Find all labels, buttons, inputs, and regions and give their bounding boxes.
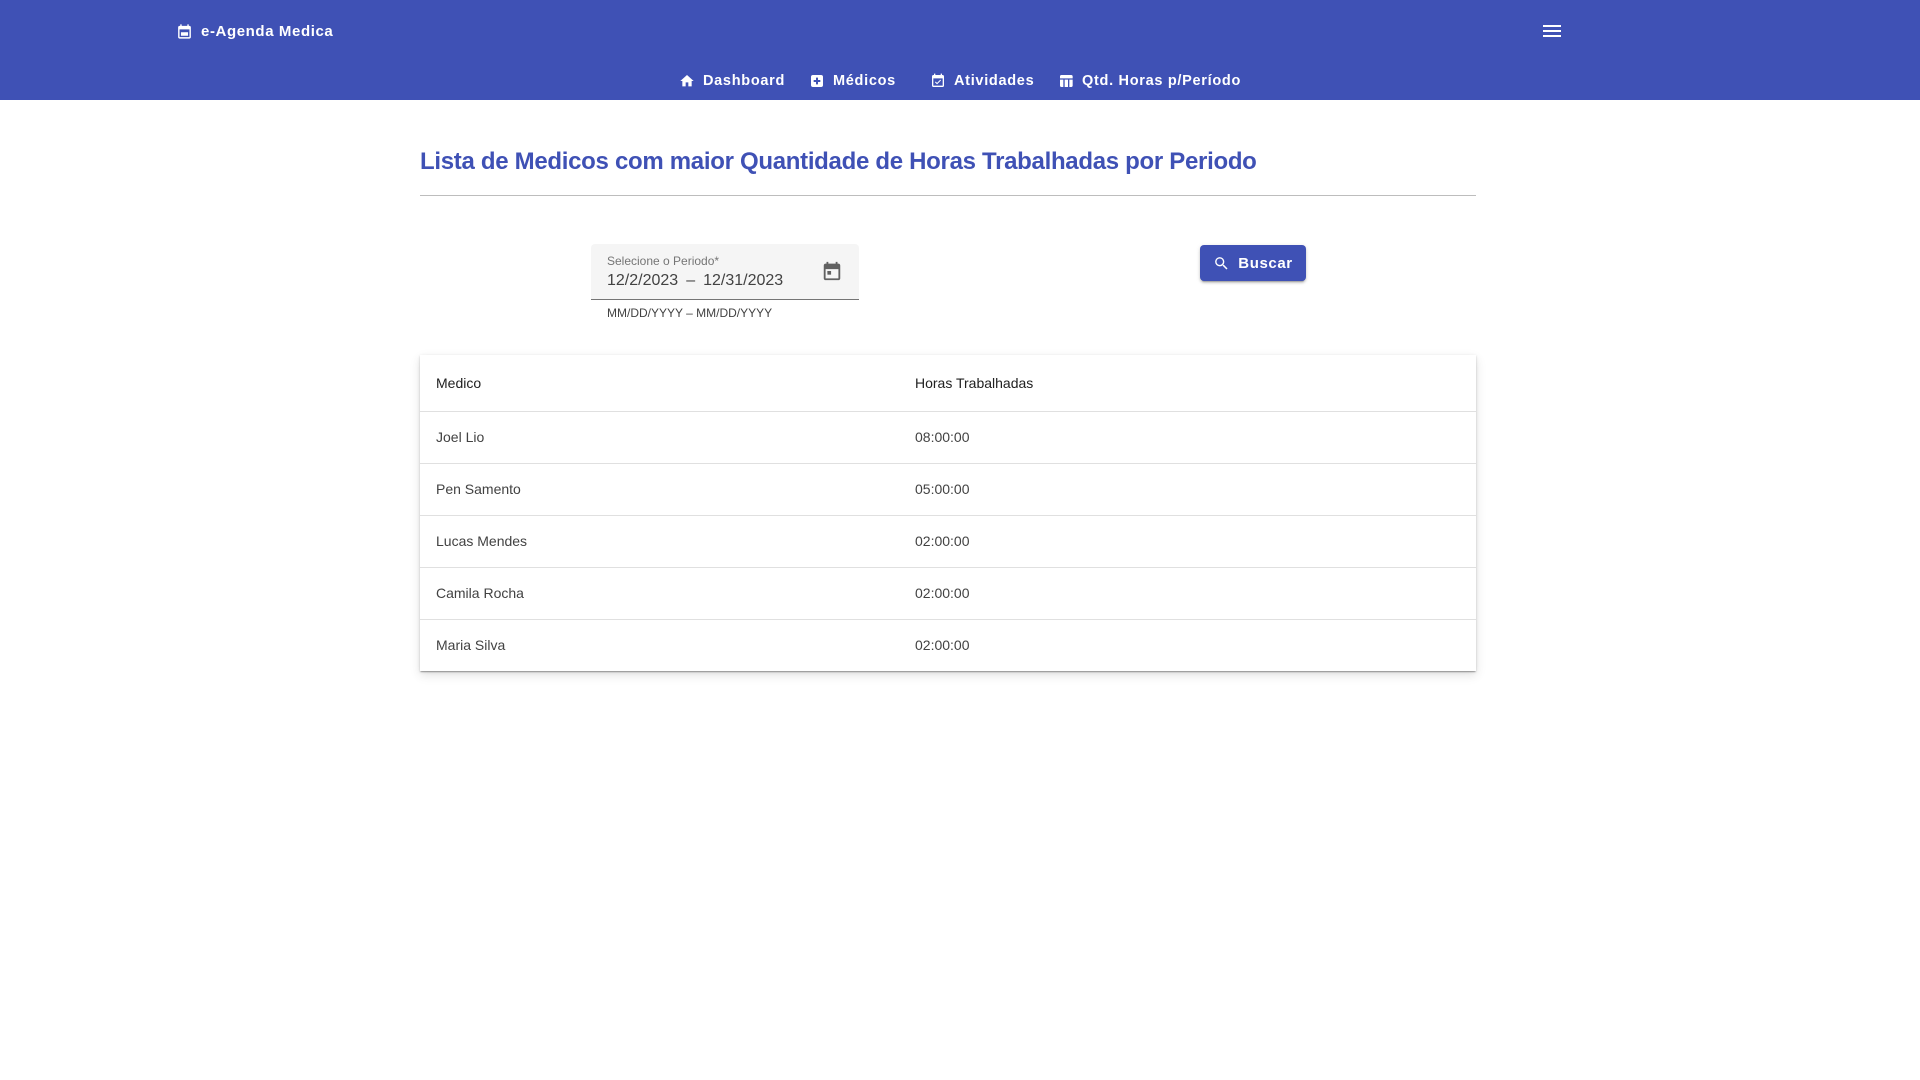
nav-item-label: Médicos [833, 73, 896, 89]
table-row: Maria Silva 02:00:00 [420, 619, 1476, 671]
date-format-hint: MM/DD/YYYY – MM/DD/YYYY [607, 306, 773, 320]
calendar-icon [821, 260, 845, 282]
end-date-input[interactable]: 12/31/2023 [703, 272, 783, 290]
top-toolbar: e-Agenda Medica Dashboard Médicos Ativid… [0, 0, 1920, 100]
page-title: Lista de Medicos com maior Quantidade de… [420, 148, 1257, 175]
cell-medico: Camila Rocha [420, 567, 899, 620]
calendar-icon [176, 23, 193, 40]
nav-item-atividades[interactable]: Atividades [930, 70, 1034, 92]
nav-item-qtd-horas[interactable]: Qtd. Horas p/Período [1058, 70, 1241, 92]
table-row: Camila Rocha 02:00:00 [420, 567, 1476, 620]
home-icon [679, 73, 695, 89]
period-date-range-field[interactable]: Selecione o Periodo* 12/2/2023 – 12/31/2… [591, 244, 859, 300]
start-date-input[interactable]: 12/2/2023 [607, 272, 678, 290]
cell-medico: Lucas Mendes [420, 515, 899, 568]
table-header-row: Medico Horas Trabalhadas [420, 355, 1476, 412]
main-nav: Dashboard Médicos Atividades Qtd. Horas … [0, 70, 1920, 92]
menu-button[interactable] [1538, 19, 1566, 43]
table-row: Joel Lio 08:00:00 [420, 411, 1476, 464]
cell-medico: Joel Lio [420, 411, 899, 464]
table-chart-icon [1058, 73, 1074, 89]
hours-table-card: Medico Horas Trabalhadas Joel Lio 08:00:… [420, 355, 1476, 671]
cell-medico: Maria Silva [436, 637, 506, 654]
cell-horas: 05:00:00 [899, 463, 1476, 516]
period-field-label: Selecione o Periodo* [607, 254, 720, 268]
table-row: Pen Samento 05:00:00 [420, 463, 1476, 516]
cell-horas: 02:00:00 [915, 637, 970, 654]
search-icon [1213, 255, 1230, 272]
date-range-values: 12/2/2023 – 12/31/2023 [607, 272, 783, 290]
search-button[interactable]: Buscar [1200, 245, 1306, 281]
hours-table: Medico Horas Trabalhadas Joel Lio 08:00:… [420, 355, 1476, 671]
column-header-medico: Medico [420, 355, 899, 412]
cell-medico: Pen Samento [420, 463, 899, 516]
app-brand[interactable]: e-Agenda Medica [176, 21, 333, 41]
cell-horas: 02:00:00 [899, 567, 1476, 620]
cell-horas: 08:00:00 [899, 411, 1476, 464]
date-range-separator: – [686, 272, 696, 289]
menu-icon [1540, 19, 1564, 43]
nav-item-label: Dashboard [703, 73, 786, 89]
nav-item-label: Atividades [954, 73, 1035, 89]
event-available-icon [930, 73, 946, 89]
nav-item-medicos[interactable]: Médicos [809, 70, 896, 92]
datepicker-toggle-button[interactable] [821, 260, 845, 284]
nav-item-label: Qtd. Horas p/Período [1082, 73, 1242, 89]
nav-item-dashboard[interactable]: Dashboard [679, 70, 785, 92]
cell-horas: 02:00:00 [899, 515, 1476, 568]
column-header-horas: Horas Trabalhadas [899, 355, 1476, 412]
table-row: Lucas Mendes 02:00:00 [420, 515, 1476, 568]
medical-services-icon [809, 73, 825, 89]
app-title: e-Agenda Medica [201, 22, 334, 40]
title-divider [420, 195, 1476, 196]
search-button-label: Buscar [1238, 254, 1293, 272]
